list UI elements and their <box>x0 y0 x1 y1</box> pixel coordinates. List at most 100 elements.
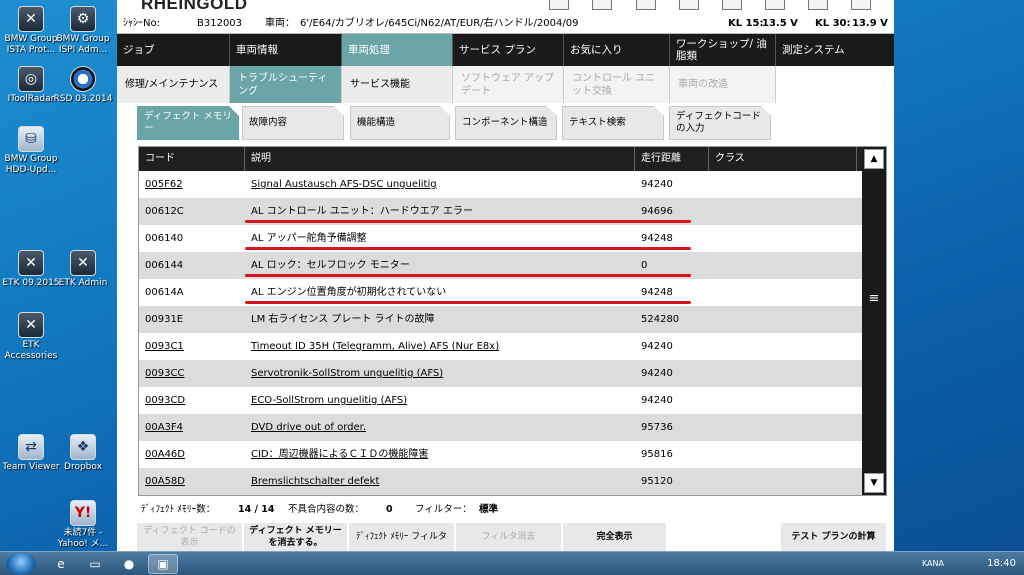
scroll-down-icon[interactable]: ▼ <box>864 473 884 493</box>
calculate-test-plan-button[interactable]: テスト プランの計算 <box>781 523 887 551</box>
subnav-troubleshooting[interactable]: トラブルシューティング <box>230 66 342 103</box>
system-tray: KANA 18:40 <box>922 552 1016 575</box>
table-row[interactable]: 006140 AL アッパー舵角予備調整 94248 <box>139 225 863 252</box>
row-code[interactable]: 00A58D <box>145 468 185 495</box>
toolbar-icon-3[interactable] <box>636 0 656 10</box>
scroll-thumb-icon[interactable]: ≡ <box>866 291 882 306</box>
defect-memory-count: 14 / 14 <box>238 504 275 515</box>
row-code: 006144 <box>145 260 184 271</box>
fault-count-label: 不具合内容の数： <box>288 504 365 515</box>
scroll-up-icon[interactable]: ▲ <box>864 149 884 169</box>
col-header-class[interactable]: クラス <box>709 147 857 171</box>
table-row[interactable]: 00A46D CID：周辺機器によるＣＩＤの機能障害 95816 <box>139 441 863 468</box>
full-display-button[interactable]: 完全表示 <box>563 523 667 551</box>
red-annotation-underline <box>245 220 691 223</box>
desktop-icon-yahoo-mail[interactable]: Y! 未読7件 - Yahoo! メ... <box>52 500 114 550</box>
rheingold-taskbar-icon[interactable]: ▣ <box>148 554 178 574</box>
desktop-icon-hdd-update[interactable]: ⛁ BMW Group HDD-Upd... <box>0 126 62 176</box>
nav-workshop[interactable]: ワークショップ/ 油脂類 <box>670 34 776 66</box>
row-description[interactable]: DVD drive out of order. <box>251 414 366 441</box>
folder-icon[interactable]: ▭ <box>80 554 110 574</box>
desktop-icon-ispi-admin[interactable]: ⚙ BMW Group ISPI Adm... <box>52 6 114 56</box>
col-header-code[interactable]: コード <box>139 147 245 171</box>
nav-service-plan[interactable]: サービス プラン <box>453 34 564 66</box>
row-code[interactable]: 00A3F4 <box>145 414 183 441</box>
clear-defect-memory-button[interactable]: ディフェクト メモリーを消去する。 <box>244 523 348 551</box>
tab-bar: ディフェクト メモリー 故障内容 機能構造 コンポーネント構造 テキスト検索 デ… <box>117 104 894 142</box>
table-row[interactable]: 006144 AL ロック：セルフロック モニター 0 <box>139 252 863 279</box>
red-annotation-underline <box>245 247 691 250</box>
row-code[interactable]: 005F62 <box>145 171 183 198</box>
table-row[interactable]: 00A3F4 DVD drive out of order. 95736 <box>139 414 863 441</box>
nav-favorites[interactable]: お気に入り <box>564 34 670 66</box>
toolbar-icon-close[interactable] <box>851 0 871 10</box>
wrench-screen-icon: ✕ <box>18 6 44 32</box>
tab-fault-content[interactable]: 故障内容 <box>242 106 344 140</box>
start-button[interactable] <box>6 553 36 575</box>
firefox-icon[interactable]: ● <box>114 554 144 574</box>
row-mileage: 95816 <box>641 449 673 460</box>
table-header: コード 説明 走行距離 クラス <box>139 147 863 171</box>
row-code[interactable]: 00A46D <box>145 441 185 468</box>
tab-defect-code-input[interactable]: ディフェクトコードの入力 <box>669 106 771 140</box>
table-row[interactable]: 00931E LM 右ライセンス プレート ライトの故障 524280 <box>139 306 863 333</box>
tab-defect-memory[interactable]: ディフェクト メモリー <box>137 106 239 140</box>
nav-job[interactable]: ジョブ <box>117 34 230 66</box>
subnav-service-functions[interactable]: サービス機能 <box>342 66 453 103</box>
col-header-mileage[interactable]: 走行距離 <box>635 147 709 171</box>
tab-function-structure[interactable]: 機能構造 <box>350 106 450 140</box>
row-description[interactable]: Servotronik-SollStrom unguelitig (AFS) <box>251 360 443 387</box>
row-code[interactable]: 0093C1 <box>145 333 184 360</box>
table-row[interactable]: 00A58D Bremslichtschalter defekt 95120 <box>139 468 863 495</box>
tab-text-search[interactable]: テキスト検索 <box>562 106 664 140</box>
defect-memory-filter-button[interactable]: ﾃﾞｨﾌｪｸﾄ ﾒﾓﾘｰ フィルタ <box>349 523 455 551</box>
table-row[interactable]: 00614A AL エンジン位置角度が初期化されていない 94248 <box>139 279 863 306</box>
row-description[interactable]: Signal Austausch AFS-DSC unguelitig <box>251 171 437 198</box>
toolbar-icon-1[interactable] <box>549 0 569 10</box>
clear-filter-button[interactable]: フィルタ消去 <box>456 523 562 551</box>
desktop-icon-dropbox[interactable]: ❖ Dropbox <box>52 434 114 473</box>
table-row[interactable]: 0093C1 Timeout ID 35H (Telegramm, Alive) … <box>139 333 863 360</box>
table-row[interactable]: 0093CD ECO-SollStrom unguelitig (AFS) 9424… <box>139 387 863 414</box>
ie-icon[interactable]: e <box>46 554 76 574</box>
table-row[interactable]: 0093CC Servotronik-SollStrom unguelitig (… <box>139 360 863 387</box>
col-header-description[interactable]: 説明 <box>245 147 635 171</box>
row-description[interactable]: CID：周辺機器によるＣＩＤの機能障害 <box>251 441 428 468</box>
dropbox-icon: ❖ <box>70 434 96 460</box>
nav-measurement[interactable]: 測定システム <box>776 34 894 66</box>
toolbar-icon-6[interactable] <box>765 0 785 10</box>
show-defect-code-button[interactable]: ディフェクト コードの表示 <box>137 523 243 551</box>
defect-memory-count-label: ﾃﾞｨﾌｪｸﾄ ﾒﾓﾘｰ数： <box>141 504 216 515</box>
row-description[interactable]: ECO-SollStrom unguelitig (AFS) <box>251 387 407 414</box>
table-row[interactable]: 005F62 Signal Austausch AFS-DSC ungueliti… <box>139 171 863 198</box>
etk-admin-icon: ✕ <box>70 250 96 276</box>
table-body: 005F62 Signal Austausch AFS-DSC ungueliti… <box>139 171 863 495</box>
row-mileage: 95736 <box>641 422 673 433</box>
nav-vehicle-info[interactable]: 車両情報 <box>230 34 342 66</box>
filter-label: フィルター： <box>415 504 472 515</box>
clock[interactable]: 18:40 <box>987 558 1016 569</box>
row-mileage: 94240 <box>641 341 673 352</box>
vehicle-value: 6'/E64/カブリオレ/645Ci/N62/AT/EUR/右ハンドル/2004… <box>300 18 579 29</box>
row-description[interactable]: Timeout ID 35H (Telegramm, Alive) AFS (N… <box>251 333 499 360</box>
desktop-icon-etk-admin[interactable]: ✕ ETK Admin <box>52 250 114 289</box>
tab-component-structure[interactable]: コンポーネント構造 <box>455 106 557 140</box>
toolbar-icon-help[interactable] <box>808 0 828 10</box>
kl30-label: KL 30: <box>815 18 851 29</box>
subnav-vehicle-modification: 車両の改造 <box>670 66 776 103</box>
row-code[interactable]: 0093CC <box>145 360 184 387</box>
desktop-icon-etk-accessories[interactable]: ✕ ETK Accessories <box>0 312 62 362</box>
scrollbar[interactable]: ▲ ≡ ▼ <box>862 147 886 495</box>
table-row[interactable]: 00612C AL コントロール ユニット：ハードウエア エラー 94696 <box>139 198 863 225</box>
row-code: 006140 <box>145 233 184 244</box>
ime-indicator[interactable]: KANA <box>922 559 944 568</box>
toolbar-icon-5[interactable] <box>722 0 742 10</box>
desktop-icon-rsd[interactable]: RSD 03.2014 <box>52 66 114 105</box>
toolbar-icon-4[interactable] <box>679 0 699 10</box>
row-mileage: 524280 <box>641 314 680 325</box>
nav-vehicle-processing[interactable]: 車両処理 <box>342 34 453 66</box>
toolbar-icon-2[interactable] <box>592 0 612 10</box>
row-code[interactable]: 0093CD <box>145 387 185 414</box>
row-description[interactable]: Bremslichtschalter defekt <box>251 468 379 495</box>
subnav-repair[interactable]: 修理/メインテナンス <box>117 66 230 103</box>
